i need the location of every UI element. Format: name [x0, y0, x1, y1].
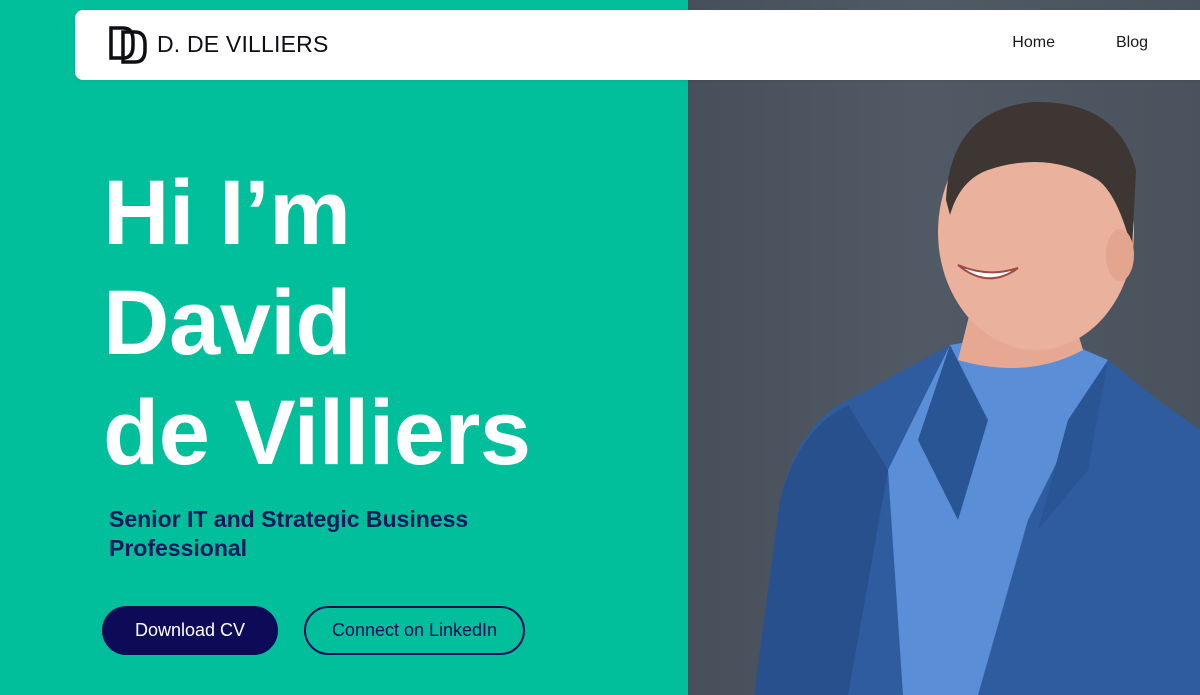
hero-title-line-2: David — [103, 272, 352, 374]
nav-home-link[interactable]: Home — [1012, 34, 1055, 52]
portrait-illustration — [754, 101, 1200, 695]
connect-linkedin-button[interactable]: Connect on LinkedIn — [304, 606, 525, 655]
brand-name: D. DE VILLIERS — [157, 30, 329, 57]
hero-title: Hi I’m David de Villiers — [103, 158, 531, 488]
hero-photo — [688, 0, 1200, 695]
hero-title-line-1: Hi I’m — [103, 162, 351, 264]
hero-title-line-3: de Villiers — [103, 382, 531, 484]
dd-monogram-logo-icon — [109, 26, 147, 64]
nav-blog-link[interactable]: Blog — [1116, 34, 1148, 52]
hero-subtitle: Senior IT and Strategic Business Profess… — [109, 506, 469, 561]
nav-links: Home Blog — [1012, 34, 1148, 52]
top-navbar: D. DE VILLIERS Home Blog — [75, 10, 1200, 80]
brand[interactable]: D. DE VILLIERS — [109, 24, 329, 64]
download-cv-button[interactable]: Download CV — [102, 606, 278, 655]
